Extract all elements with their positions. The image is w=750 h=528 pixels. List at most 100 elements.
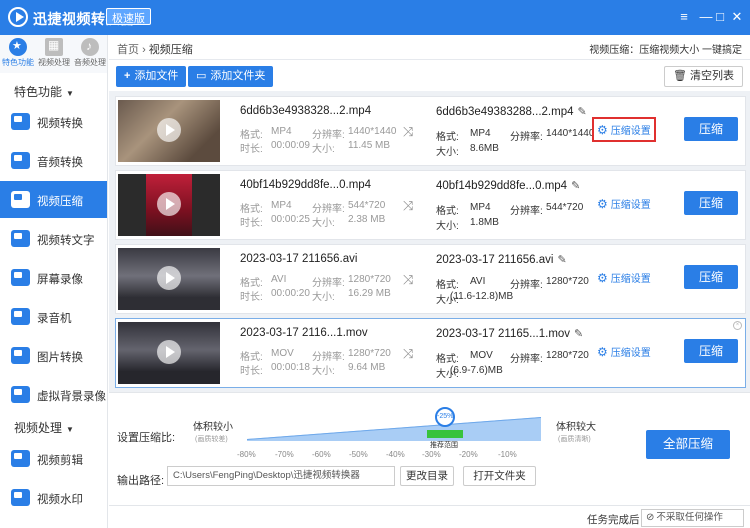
edition-badge: 极速版 [106, 8, 151, 25]
resolution-label: 分辨率: [510, 280, 543, 291]
compression-ratio-label: 设置压缩比: [117, 432, 176, 444]
tick-label: -60% [312, 450, 331, 459]
tick-label: -10% [498, 450, 517, 459]
convert-arrow-icon: ⤨ [403, 124, 414, 139]
source-format: MOV [271, 348, 294, 359]
header-line: 首页 › 视频压缩 视频压缩：压缩视频大小 一键搞定 [109, 35, 750, 59]
sidebar-item-video-convert[interactable]: 视频转换 [0, 103, 107, 140]
sidebar-item-audio-convert[interactable]: 音频转换 [0, 142, 107, 179]
remove-file-icon[interactable]: × [733, 321, 742, 330]
smaller-size-label: 体积较小 [193, 422, 233, 433]
breadcrumb-home[interactable]: 首页 [117, 44, 139, 56]
category-audio[interactable]: 音频处理 [72, 38, 108, 68]
screen-record-icon [11, 269, 30, 286]
watermark-icon [11, 489, 30, 506]
source-size: 11.45 MB [348, 140, 391, 151]
maximize-icon[interactable]: □ [712, 9, 728, 25]
resolution-label: 分辨率: [510, 206, 543, 217]
tick-label: -40% [386, 450, 405, 459]
compress-settings-link[interactable]: ⚙ 压缩设置 [597, 196, 651, 211]
clear-list-button[interactable]: 🗑 清空列表 [663, 66, 743, 87]
size-label: 大小: [436, 147, 459, 158]
compress-settings-link[interactable]: ⚙ 压缩设置 [592, 117, 656, 142]
after-task-label: 任务完成后 [587, 514, 640, 526]
rename-pencil-icon[interactable]: ✎ [571, 180, 580, 192]
open-folder-button[interactable]: 打开文件夹 [463, 466, 536, 486]
output-format: AVI [470, 276, 486, 287]
output-path-field[interactable]: C:\Users\FengPing\Desktop\迅捷视频转换器 [167, 466, 395, 486]
format-label: 格式: [436, 280, 459, 291]
compress-all-button[interactable]: 全部压缩 [646, 430, 730, 459]
gear-icon: ⚙ [597, 197, 608, 211]
compress-button[interactable]: 压缩 [684, 339, 738, 363]
output-resolution: 1440*1440 [546, 128, 595, 139]
rename-pencil-icon[interactable]: ✎ [574, 328, 583, 340]
size-label: 大小: [312, 292, 335, 303]
video-thumbnail[interactable] [118, 174, 220, 236]
compress-button[interactable]: 压缩 [684, 117, 738, 141]
after-task-select[interactable]: ⊘ 不采取任何操作 [641, 509, 744, 527]
image-convert-icon [11, 347, 30, 364]
title-bar: 迅捷视频转换器 极速版 ≡ — □ ✕ [0, 0, 750, 35]
source-duration: 00:00:25 [271, 214, 310, 225]
sidebar-item-image-convert[interactable]: 图片转换 [0, 337, 107, 374]
sidebar-section-video[interactable]: 视频处理 ▼ [14, 419, 74, 436]
output-resolution: 1280*720 [546, 350, 589, 361]
output-format: MP4 [470, 202, 491, 213]
recorder-icon [11, 308, 30, 325]
category-bar: 特色功能 视频处理 音频处理 [0, 35, 108, 73]
gear-icon: ⚙ [597, 345, 608, 359]
source-resolution: 544*720 [348, 200, 386, 211]
sidebar-item-video-edit[interactable]: 视频剪辑 [0, 440, 107, 477]
source-format: MP4 [271, 200, 292, 211]
source-filename: 40bf14b929dd8fe...0.mp4 [240, 179, 372, 191]
tick-label: -70% [275, 450, 294, 459]
tick-label: -50% [349, 450, 368, 459]
category-featured[interactable]: 特色功能 [0, 38, 36, 68]
compress-settings-link[interactable]: ⚙ 压缩设置 [597, 344, 651, 359]
compression-slider-track[interactable] [247, 405, 541, 441]
caret-down-icon: ▼ [66, 425, 74, 434]
output-resolution: 1280*720 [546, 276, 589, 287]
add-file-button[interactable]: + 添加文件 [116, 66, 187, 87]
source-filename: 6dd6b3e4938328...2.mp4 [240, 105, 372, 117]
rename-pencil-icon[interactable]: ✎ [557, 254, 566, 266]
output-size: 8.6MB [470, 143, 499, 154]
sidebar-section-featured[interactable]: 特色功能 ▼ [14, 83, 74, 100]
compress-button[interactable]: 压缩 [684, 191, 738, 215]
compress-settings-link[interactable]: ⚙ 压缩设置 [597, 270, 651, 285]
category-video[interactable]: 视频处理 [36, 38, 72, 68]
sidebar-item-video-compress[interactable]: 视频压缩 [0, 181, 107, 218]
file-row: 6dd6b3e4938328...2.mp4 格式: MP4 分辨率: 1440… [115, 96, 746, 166]
sidebar-item-screen-record[interactable]: 屏幕录像 [0, 259, 107, 296]
video-thumbnail[interactable] [118, 322, 220, 384]
compress-button[interactable]: 压缩 [684, 265, 738, 289]
size-label: 大小: [312, 218, 335, 229]
sidebar-item-recorder[interactable]: 录音机 [0, 298, 107, 335]
video-thumbnail[interactable] [118, 100, 220, 162]
convert-arrow-icon: ⤨ [403, 272, 414, 287]
menu-icon[interactable]: ≡ [676, 9, 692, 25]
tick-label: -20% [459, 450, 478, 459]
video-thumbnail[interactable] [118, 248, 220, 310]
recommended-range-bar [427, 430, 463, 438]
close-icon[interactable]: ✕ [729, 9, 745, 25]
sidebar-item-video-to-text[interactable]: 视频转文字 [0, 220, 107, 257]
plus-icon: + [124, 70, 131, 82]
change-directory-button[interactable]: 更改目录 [400, 466, 454, 486]
no-action-icon: ⊘ [646, 512, 655, 523]
sidebar-item-virtual-bg[interactable]: 虚拟背景录像 [0, 376, 107, 413]
duration-label: 时长: [240, 144, 263, 155]
compression-slider-knob[interactable]: -25% [435, 407, 455, 427]
output-path-label: 输出路径: [117, 475, 165, 487]
source-resolution: 1440*1440 [348, 126, 397, 137]
recommended-range-label: 推荐范围 [430, 442, 458, 449]
folder-icon: ▭ [196, 70, 207, 82]
add-folder-button[interactable]: ▭ 添加文件夹 [188, 66, 274, 87]
source-format: AVI [271, 274, 287, 285]
rename-pencil-icon[interactable]: ✎ [577, 106, 586, 118]
output-size: 1.8MB [470, 217, 499, 228]
source-size: 9.64 MB [348, 362, 386, 373]
sidebar-item-video-watermark[interactable]: 视频水印 [0, 479, 107, 516]
video-compress-icon [11, 191, 30, 208]
